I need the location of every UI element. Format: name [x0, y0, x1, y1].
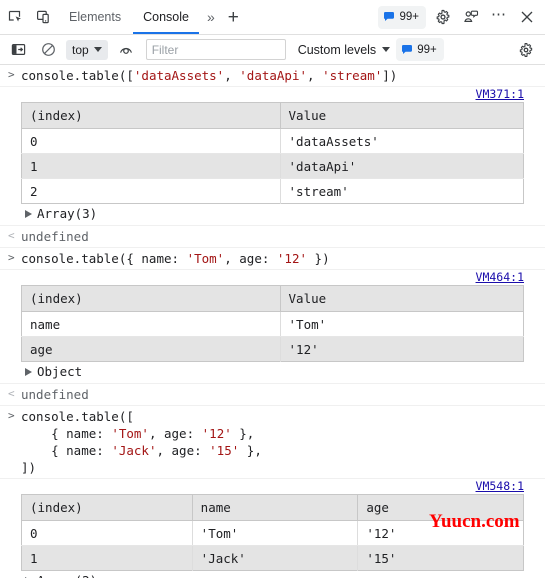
- table-column-header[interactable]: (index): [21, 102, 281, 129]
- table-cell: '15': [357, 545, 524, 571]
- table-cell: 'stream': [280, 178, 524, 204]
- console-table-message[interactable]: VM371:1 (index) Value 0'dataAssets' 1'dataAp…: [0, 87, 545, 226]
- console-table-message[interactable]: VM464:1 (index) Value name 'Tom' age '12' Objec…: [0, 270, 545, 384]
- console-input-code: console.table({ name: 'Tom', age: '12' }…: [21, 251, 330, 266]
- console-input-code: console.table(['dataAssets', 'dataApi', …: [21, 68, 398, 83]
- input-prompt-icon: >: [8, 409, 15, 422]
- console-table-message[interactable]: VM548:1 (index) name age 0 'Tom' '12' 1 'Jack' '1…: [0, 479, 545, 578]
- table-expander[interactable]: Array(3): [0, 204, 545, 224]
- console-issues-count: 99+: [417, 43, 437, 56]
- plus-icon[interactable]: +: [221, 8, 246, 27]
- log-level-selector[interactable]: Custom levels: [294, 43, 395, 57]
- chevron-down-icon: [382, 47, 391, 52]
- tab-console-label: Console: [143, 10, 189, 24]
- inspect-element-icon[interactable]: [2, 4, 30, 30]
- console-output-value: undefined: [21, 387, 89, 402]
- issues-bubble-icon: [384, 12, 395, 21]
- table-cell: 1: [21, 545, 193, 571]
- table-header-row: (index) Value: [21, 285, 524, 312]
- table-row: 0 'Tom' '12': [21, 520, 524, 546]
- input-prompt-icon: >: [8, 68, 15, 81]
- tab-elements[interactable]: Elements: [58, 1, 132, 34]
- issues-badge-count: 99+: [399, 11, 419, 23]
- console-output-value: undefined: [21, 229, 89, 244]
- filter-placeholder: Filter: [151, 42, 179, 57]
- gear-icon[interactable]: [429, 4, 457, 30]
- feedback-icon[interactable]: [457, 4, 485, 30]
- table-cell: 2: [21, 178, 281, 204]
- log-level-label: Custom levels: [297, 42, 377, 57]
- table-row: 0'dataAssets': [21, 128, 524, 154]
- table-row: age '12': [21, 336, 524, 362]
- source-link[interactable]: VM371:1: [476, 87, 524, 101]
- console-sidebar-icon[interactable]: [4, 37, 32, 63]
- table-cell: 'Jack': [192, 545, 359, 571]
- console-message-list[interactable]: > console.table(['dataAssets', 'dataApi',…: [0, 65, 545, 578]
- expand-triangle-icon: [25, 367, 32, 376]
- chevron-double-right-icon[interactable]: »: [200, 9, 221, 25]
- table-cell: '12': [357, 520, 524, 546]
- tab-elements-label: Elements: [69, 10, 122, 24]
- table-row: 1 'Jack' '15': [21, 545, 524, 571]
- table-cell: name: [21, 311, 281, 337]
- table-cell: 'dataAssets': [280, 128, 524, 154]
- table-cell: '12': [280, 336, 524, 362]
- filter-input[interactable]: Filter: [145, 39, 286, 60]
- output-prompt-icon: <: [8, 229, 15, 242]
- source-link[interactable]: VM464:1: [476, 270, 524, 284]
- table-row: 2'stream': [21, 178, 524, 204]
- table-column-header[interactable]: (index): [21, 494, 193, 521]
- output-prompt-icon: <: [8, 387, 15, 400]
- table-expander[interactable]: Array(2): [0, 571, 545, 578]
- live-expression-icon[interactable]: [112, 37, 140, 63]
- chevron-down-icon: [93, 47, 102, 52]
- table-column-header[interactable]: Value: [280, 102, 524, 129]
- console-settings-icon[interactable]: [512, 37, 540, 63]
- table-header-row: (index) name age: [21, 494, 524, 521]
- execution-context-selector[interactable]: top: [66, 39, 108, 60]
- console-input-message[interactable]: > console.table(['dataAssets', 'dataApi',…: [0, 65, 545, 87]
- console-output-message[interactable]: < undefined: [0, 226, 545, 248]
- table-header-row: (index) Value: [21, 102, 524, 129]
- table-expander-label: Array(2): [37, 573, 97, 578]
- expand-triangle-icon: [25, 209, 32, 218]
- table-cell: 'dataApi': [280, 153, 524, 179]
- table-column-header[interactable]: name: [192, 494, 359, 521]
- console-output-message[interactable]: < undefined: [0, 384, 545, 406]
- console-toolbar: top Filter Custom levels 99+: [0, 35, 545, 65]
- tab-console[interactable]: Console: [132, 1, 200, 34]
- table-cell: 'Tom': [192, 520, 359, 546]
- console-input-message[interactable]: > console.table([ { name: 'Tom', age: '12…: [0, 406, 545, 479]
- table-column-header[interactable]: age: [357, 494, 524, 521]
- table-column-header[interactable]: Value: [280, 285, 524, 312]
- table-row: name 'Tom': [21, 311, 524, 337]
- console-table: (index) Value 0'dataAssets' 1'dataApi' 2'str…: [21, 102, 524, 204]
- table-cell: 0: [21, 520, 193, 546]
- source-link[interactable]: VM548:1: [476, 479, 524, 493]
- console-input-message[interactable]: > console.table({ name: 'Tom', age: '12' …: [0, 248, 545, 270]
- console-issues-badge[interactable]: 99+: [396, 38, 444, 61]
- console-table: (index) name age 0 'Tom' '12' 1 'Jack' '15': [21, 494, 524, 571]
- table-expander-label: Object: [37, 364, 83, 379]
- table-expander[interactable]: Object: [0, 362, 545, 382]
- devtools-tab-bar: Elements Console » + 99+ ⋯: [0, 0, 545, 35]
- device-toolbar-icon[interactable]: [30, 4, 58, 30]
- issues-bubble-icon: [402, 44, 413, 54]
- more-options-icon[interactable]: ⋯: [485, 4, 513, 30]
- table-cell: 0: [21, 128, 281, 154]
- console-table: (index) Value name 'Tom' age '12': [21, 285, 524, 362]
- devtools-window: Elements Console » + 99+ ⋯ top Filter Cu…: [0, 0, 545, 578]
- table-column-header[interactable]: (index): [21, 285, 281, 312]
- console-input-code: console.table([ { name: 'Tom', age: '12'…: [21, 409, 262, 475]
- table-cell: age: [21, 336, 281, 362]
- table-cell: 'Tom': [280, 311, 524, 337]
- issues-badge[interactable]: 99+: [378, 5, 426, 29]
- table-expander-label: Array(3): [37, 206, 98, 221]
- table-cell: 1: [21, 153, 281, 179]
- input-prompt-icon: >: [8, 251, 15, 264]
- table-row: 1'dataApi': [21, 153, 524, 179]
- clear-console-icon[interactable]: [34, 37, 62, 63]
- close-icon[interactable]: [513, 4, 541, 30]
- execution-context-label: top: [72, 42, 89, 57]
